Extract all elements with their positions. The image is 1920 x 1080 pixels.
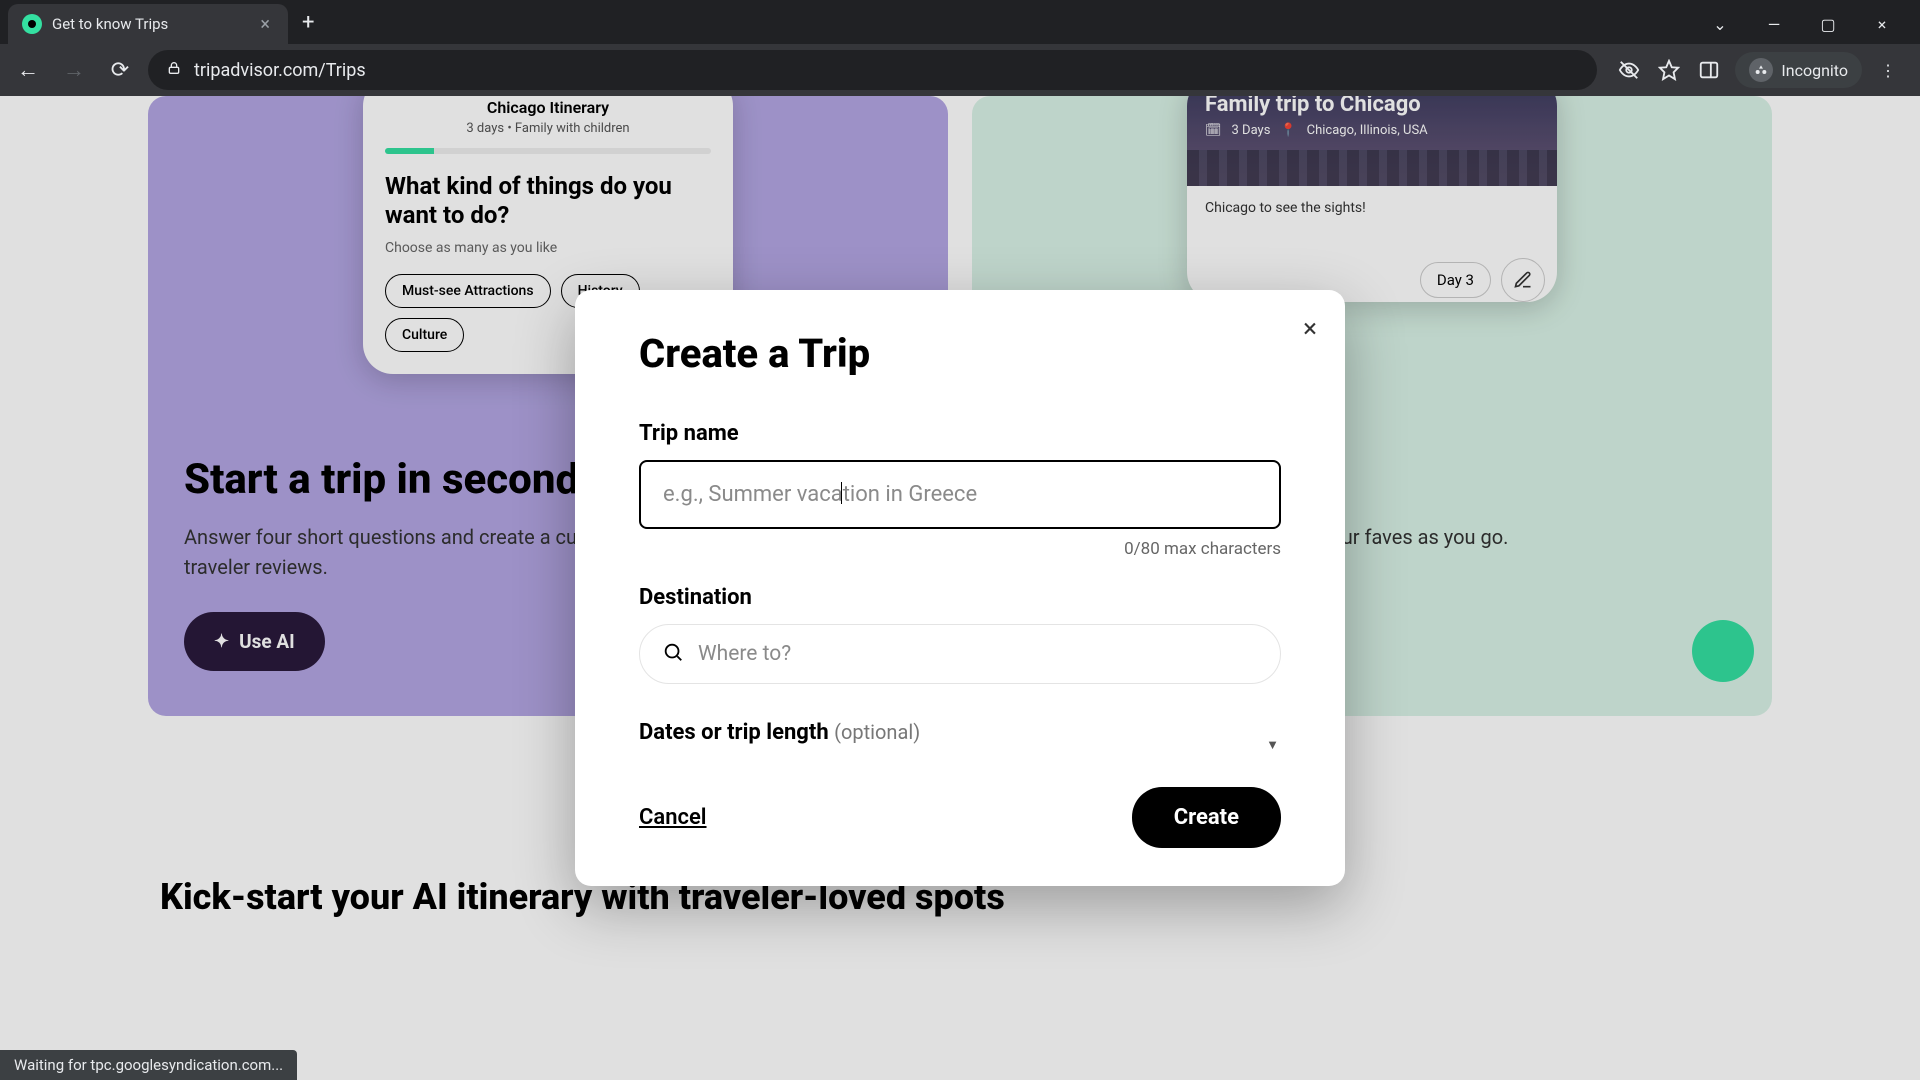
destination-field-wrap[interactable] bbox=[639, 624, 1281, 684]
lock-icon bbox=[166, 60, 182, 80]
browser-titlebar: Get to know Trips × + ⌄ — ▢ × bbox=[0, 0, 1920, 44]
trip-name-input[interactable] bbox=[639, 460, 1281, 529]
close-window-button[interactable]: × bbox=[1864, 15, 1900, 34]
modal-overlay: × Create a Trip Trip name 0/80 max chara… bbox=[0, 96, 1920, 1080]
url-text: tripadvisor.com/Trips bbox=[194, 60, 366, 81]
bookmark-star-icon[interactable] bbox=[1655, 56, 1683, 84]
side-panel-icon[interactable] bbox=[1695, 56, 1723, 84]
maximize-button[interactable]: ▢ bbox=[1810, 15, 1846, 34]
destination-label: Destination bbox=[639, 585, 1281, 610]
create-trip-modal: × Create a Trip Trip name 0/80 max chara… bbox=[575, 290, 1345, 886]
close-tab-icon[interactable]: × bbox=[256, 14, 274, 35]
create-button[interactable]: Create bbox=[1132, 787, 1281, 848]
status-bar: Waiting for tpc.googlesyndication.com... bbox=[0, 1050, 297, 1080]
kebab-menu-icon[interactable]: ⋮ bbox=[1874, 56, 1902, 84]
reload-button[interactable]: ⟳ bbox=[102, 52, 138, 88]
char-counter: 0/80 max characters bbox=[639, 539, 1281, 559]
modal-title: Create a Trip bbox=[639, 330, 1281, 377]
trip-name-label: Trip name bbox=[639, 421, 1281, 446]
forward-button[interactable]: → bbox=[56, 52, 92, 88]
tripadvisor-favicon-icon bbox=[22, 14, 42, 34]
address-bar[interactable]: tripadvisor.com/Trips bbox=[148, 50, 1597, 90]
back-button[interactable]: ← bbox=[10, 52, 46, 88]
cancel-button[interactable]: Cancel bbox=[639, 805, 707, 830]
browser-toolbar: ← → ⟳ tripadvisor.com/Trips Incogni bbox=[0, 44, 1920, 96]
tab-search-icon[interactable]: ⌄ bbox=[1702, 15, 1738, 34]
incognito-badge[interactable]: Incognito bbox=[1735, 52, 1862, 88]
tab-title: Get to know Trips bbox=[52, 15, 246, 33]
incognito-icon bbox=[1749, 58, 1773, 82]
search-icon bbox=[662, 641, 684, 667]
modal-scroll-area[interactable]: Create a Trip Trip name 0/80 max charact… bbox=[575, 290, 1345, 753]
browser-tab[interactable]: Get to know Trips × bbox=[8, 4, 288, 44]
minimize-button[interactable]: — bbox=[1756, 15, 1792, 34]
incognito-label: Incognito bbox=[1781, 61, 1848, 80]
new-tab-button[interactable]: + bbox=[288, 2, 328, 42]
dates-label-text: Dates or trip length bbox=[639, 720, 829, 745]
text-caret bbox=[841, 482, 842, 504]
eye-off-icon[interactable] bbox=[1615, 56, 1643, 84]
dates-optional: (optional) bbox=[834, 720, 920, 744]
destination-input[interactable] bbox=[698, 642, 1258, 666]
